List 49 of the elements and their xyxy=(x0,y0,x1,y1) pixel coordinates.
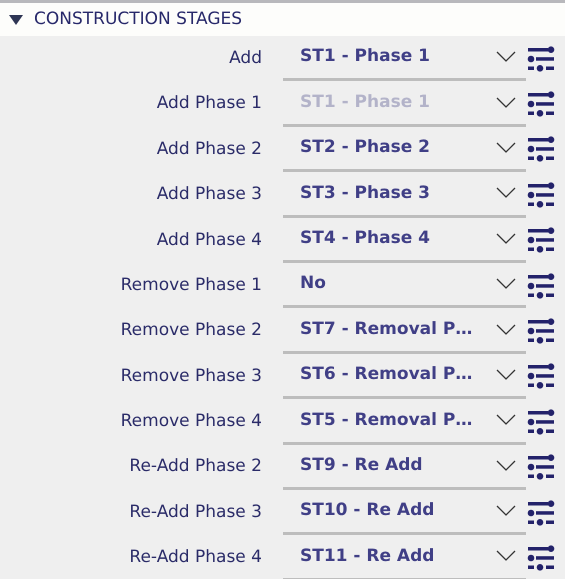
field-label: Add Phase 3 xyxy=(156,183,263,206)
field-label: Re-Add Phase 3 xyxy=(128,500,263,524)
field-label: Re-Add Phase 4 xyxy=(128,546,263,570)
stage-dropdown[interactable]: ST10 - Re Add xyxy=(283,490,526,536)
field-label: Re-Add Phase 2 xyxy=(128,455,263,478)
caret-icon[interactable] xyxy=(496,460,516,472)
caret-icon[interactable] xyxy=(496,51,516,64)
section-title: CONSTRUCTION STAGES xyxy=(34,8,242,31)
field-label: Remove Phase 1 xyxy=(120,274,263,297)
caret-icon[interactable] xyxy=(496,187,516,200)
stage-dropdown[interactable]: ST2 - Phase 2 xyxy=(283,126,526,172)
field-label: Remove Phase 4 xyxy=(120,410,263,434)
settings-sliders-icon[interactable] xyxy=(526,89,556,120)
settings-sliders-icon[interactable] xyxy=(526,542,556,573)
settings-sliders-icon[interactable] xyxy=(526,361,556,392)
field-label: Add Phase 2 xyxy=(156,138,263,161)
caret-icon[interactable] xyxy=(496,550,516,562)
settings-sliders-icon[interactable] xyxy=(526,316,556,346)
settings-sliders-icon[interactable] xyxy=(526,406,556,437)
field-label: Add xyxy=(228,46,263,70)
settings-sliders-icon[interactable] xyxy=(526,44,556,74)
settings-sliders-icon[interactable] xyxy=(526,180,556,210)
stage-dropdown[interactable]: ST3 - Phase 3 xyxy=(283,172,526,218)
section-header[interactable]: CONSTRUCTION STAGES xyxy=(0,3,565,36)
stage-dropdown[interactable]: ST5 - Removal P… xyxy=(283,399,526,445)
caret-icon[interactable] xyxy=(496,142,516,154)
caret-icon[interactable] xyxy=(496,324,516,336)
stage-dropdown[interactable]: ST9 - Re Add xyxy=(283,444,526,490)
settings-sliders-icon[interactable] xyxy=(526,498,556,528)
field-label: Remove Phase 3 xyxy=(120,364,263,388)
caret-icon[interactable] xyxy=(496,232,516,245)
stage-dropdown[interactable]: ST4 - Phase 4 xyxy=(283,218,526,263)
caret-icon[interactable] xyxy=(496,368,516,381)
field-label: Remove Phase 2 xyxy=(120,319,263,342)
collapse-triangle-icon[interactable] xyxy=(8,14,24,26)
caret-icon[interactable] xyxy=(496,278,516,290)
settings-sliders-icon[interactable] xyxy=(526,134,556,164)
stage-dropdown[interactable]: No xyxy=(283,262,526,308)
stage-dropdown[interactable]: ST11 - Re Add xyxy=(283,535,526,579)
caret-icon[interactable] xyxy=(496,414,516,426)
field-label: Add Phase 4 xyxy=(156,228,263,252)
stage-dropdown[interactable]: ST7 - Removal P… xyxy=(283,308,526,354)
stage-dropdown[interactable]: ST6 - Removal P… xyxy=(283,354,526,400)
settings-sliders-icon[interactable] xyxy=(526,452,556,482)
stage-dropdown[interactable]: ST1 - Phase 1 xyxy=(283,36,526,82)
settings-sliders-icon[interactable] xyxy=(526,270,556,301)
settings-sliders-icon[interactable] xyxy=(526,225,556,256)
caret-icon[interactable] xyxy=(496,505,516,518)
field-label: Add Phase 1 xyxy=(156,92,263,116)
